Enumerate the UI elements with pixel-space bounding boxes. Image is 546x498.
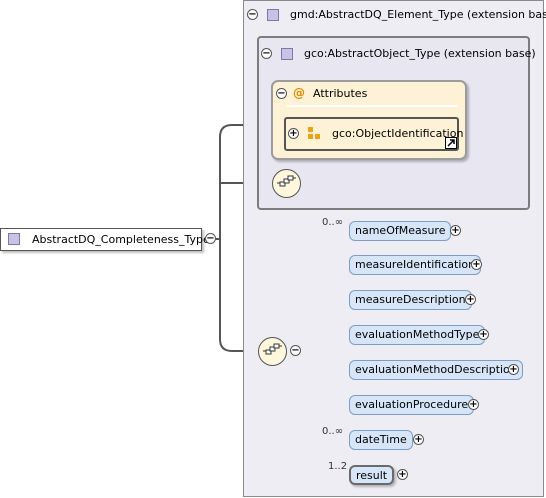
element-evaluationMethodType[interactable]: evaluationMethodType — [349, 325, 486, 345]
collapse-icon[interactable]: − — [247, 9, 258, 20]
expand-icon[interactable]: + — [397, 469, 408, 480]
sequence-icon[interactable] — [272, 169, 301, 198]
attributes-separator — [287, 105, 457, 107]
expand-icon[interactable]: + — [465, 294, 476, 305]
attribute-group-icon — [308, 127, 320, 139]
expand-icon[interactable]: + — [471, 259, 482, 270]
element-evaluationMethodDescription[interactable]: evaluationMethodDescription — [349, 360, 523, 380]
element-result[interactable]: result — [349, 465, 395, 485]
collapse-icon[interactable]: − — [205, 233, 216, 244]
type-icon — [267, 9, 279, 21]
cardinality-label: 0..∞ — [322, 426, 344, 437]
collapse-icon[interactable]: − — [276, 88, 287, 99]
element-evaluationProcedure[interactable]: evaluationProcedure — [349, 395, 475, 415]
attribute-item-label: gco:ObjectIdentification — [332, 127, 464, 140]
extension-outer-label: gmd:AbstractDQ_Element_Type (extension b… — [290, 8, 546, 21]
expand-icon[interactable]: + — [288, 128, 299, 139]
element-nameOfMeasure[interactable]: nameOfMeasure — [349, 221, 452, 241]
at-icon: @ — [293, 86, 305, 100]
type-icon — [8, 233, 20, 245]
cardinality-label: 1..2 — [328, 461, 348, 472]
expand-icon[interactable]: + — [413, 434, 424, 445]
collapse-icon[interactable]: − — [290, 345, 301, 356]
type-icon — [281, 48, 293, 60]
attributes-label: Attributes — [313, 87, 368, 100]
element-dateTime[interactable]: dateTime — [349, 430, 413, 450]
expand-icon[interactable]: + — [450, 225, 461, 236]
expand-icon[interactable]: + — [468, 399, 479, 410]
link-arrow-icon[interactable] — [445, 137, 457, 149]
collapse-icon[interactable]: − — [261, 48, 272, 59]
expand-icon[interactable]: + — [478, 329, 489, 340]
expand-icon[interactable]: + — [508, 364, 519, 375]
extension-inner-label: gco:AbstractObject_Type (extension base) — [304, 47, 536, 60]
root-type-label: AbstractDQ_Completeness_Type — [32, 233, 210, 246]
element-measureDescription[interactable]: measureDescription — [349, 290, 472, 310]
cardinality-label: 0..∞ — [322, 217, 344, 228]
element-measureIdentification[interactable]: measureIdentification — [349, 255, 482, 275]
sequence-icon[interactable] — [258, 337, 287, 366]
